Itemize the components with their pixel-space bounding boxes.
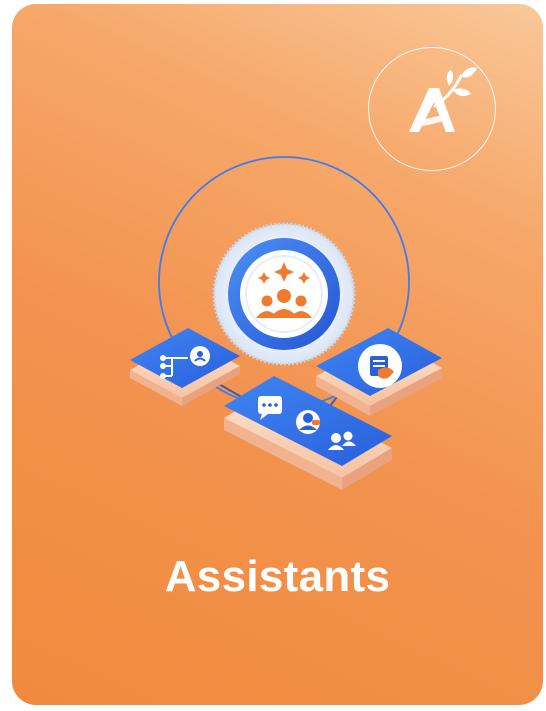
team-sparkle-icon bbox=[212, 222, 356, 366]
assistants-illustration bbox=[130, 156, 442, 490]
assistants-card[interactable]: Assistants bbox=[12, 4, 543, 705]
org-network-icon bbox=[130, 328, 240, 406]
card-title: Assistants bbox=[164, 552, 391, 601]
support-agent-icon bbox=[296, 410, 320, 434]
